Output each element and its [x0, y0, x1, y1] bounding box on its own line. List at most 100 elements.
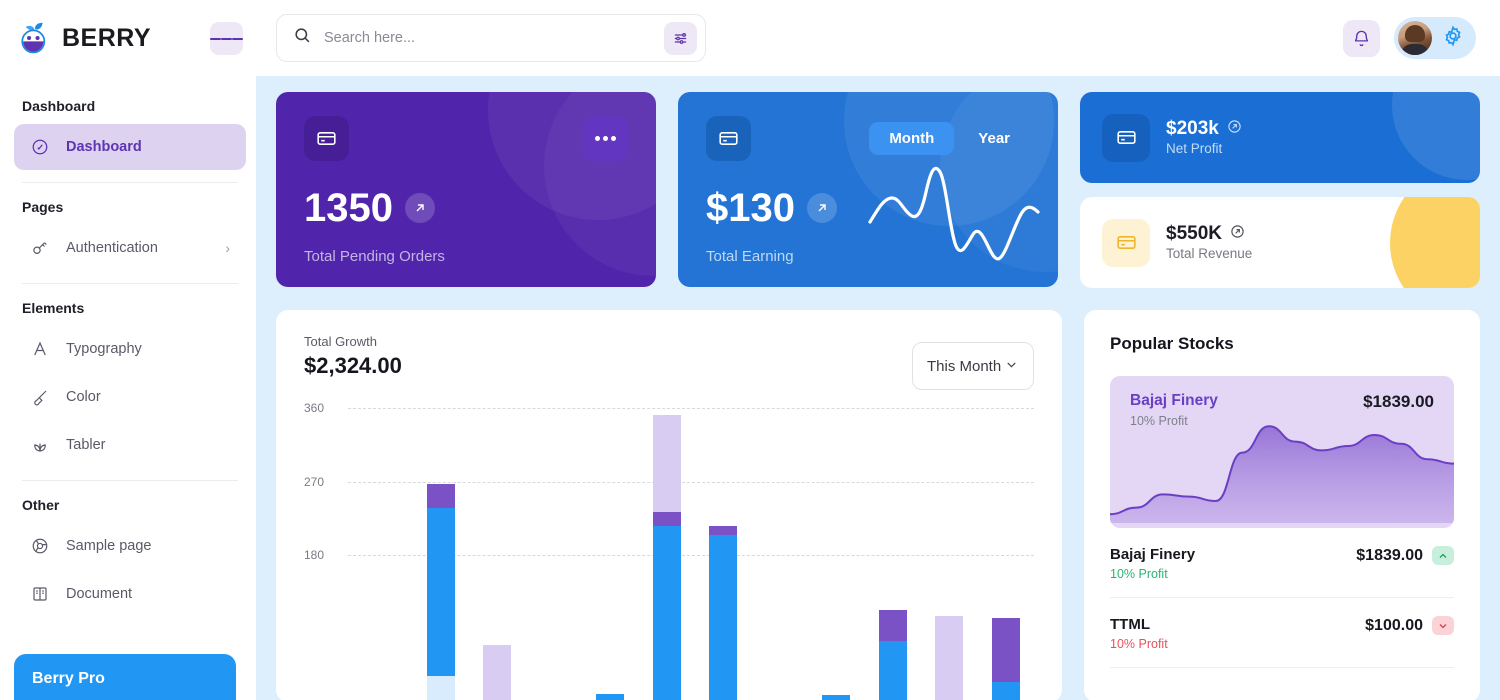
- bar-segment: [652, 415, 681, 512]
- stock-sub: 10% Profit: [1110, 567, 1168, 581]
- bar-segment: [991, 617, 1020, 682]
- stacked-bar[interactable]: [709, 526, 738, 700]
- leaf-icon: [30, 435, 50, 455]
- net-profit-text: $203k Net Profit: [1166, 118, 1242, 158]
- dot: [595, 136, 600, 141]
- gear-icon[interactable]: [1442, 24, 1464, 52]
- featured-stock-name: Bajaj Finery: [1130, 392, 1218, 409]
- sidebar-item-tabler[interactable]: Tabler: [14, 422, 246, 468]
- featured-stock-header: Bajaj Finery 10% Profit $1839.00: [1130, 392, 1434, 428]
- lower-row: Total Growth $2,324.00 This Month 180 270…: [276, 310, 1480, 700]
- bar-group[interactable]: [695, 526, 752, 700]
- sidebar-item-document[interactable]: Document: [14, 571, 246, 617]
- stock-price: $100.00: [1365, 616, 1423, 634]
- bar-group[interactable]: [582, 693, 639, 700]
- period-select-value: This Month: [927, 357, 1002, 375]
- stats-row: 1350 Total Pending Orders Month Year $13…: [276, 92, 1480, 288]
- featured-stock[interactable]: Bajaj Finery 10% Profit $1839.00: [1110, 376, 1454, 528]
- y-axis-tick: 180: [304, 548, 325, 562]
- main-content: 1350 Total Pending Orders Month Year $13…: [256, 76, 1500, 700]
- search-filter-button[interactable]: [664, 21, 697, 55]
- arrow-up-right-icon: [404, 193, 435, 223]
- card-total-pending-orders[interactable]: 1350 Total Pending Orders: [276, 92, 656, 287]
- card-total-earning[interactable]: Month Year $130 Total Earning: [678, 92, 1058, 287]
- bar-group[interactable]: [639, 415, 696, 700]
- top-header: [260, 0, 1500, 76]
- nav-caption-dashboard: Dashboard: [22, 98, 96, 114]
- stacked-bar[interactable]: [822, 695, 851, 700]
- bar-segment: [878, 640, 907, 700]
- net-profit-value: $203k: [1166, 117, 1219, 139]
- sidebar-item-color[interactable]: Color: [14, 374, 246, 420]
- bar-group[interactable]: [808, 695, 865, 700]
- bar-group[interactable]: [921, 616, 978, 700]
- stacked-bar[interactable]: [652, 415, 681, 700]
- chevron-right-icon: ›: [225, 240, 230, 256]
- bar-segment: [709, 526, 738, 535]
- period-select[interactable]: This Month: [912, 342, 1034, 390]
- sidebar-item-typography[interactable]: Typography: [14, 326, 246, 372]
- toggle-option-month[interactable]: Month: [869, 122, 955, 155]
- search-container[interactable]: [276, 14, 706, 62]
- stacked-bar[interactable]: [935, 616, 964, 700]
- featured-stock-area-chart: [1110, 413, 1454, 528]
- sidebar-item-authentication[interactable]: Authentication ›: [14, 225, 246, 271]
- featured-stock-price: $1839.00: [1363, 392, 1434, 411]
- stock-sub: 10% Profit: [1110, 637, 1168, 651]
- card-total-revenue[interactable]: $550K Total Revenue: [1080, 197, 1480, 288]
- bar-segment: [709, 534, 738, 700]
- bar-segment: [822, 695, 851, 700]
- sidebar-item-label: Typography: [66, 341, 142, 357]
- card-net-profit[interactable]: $203k Net Profit: [1080, 92, 1480, 183]
- search-input[interactable]: [324, 30, 652, 46]
- total-revenue-value-group: $550K: [1166, 223, 1252, 245]
- bar-group[interactable]: [865, 609, 922, 700]
- bar-segment: [596, 693, 625, 700]
- y-axis-tick: 360: [304, 401, 325, 415]
- bar-segment: [426, 483, 455, 509]
- stacked-bar[interactable]: [991, 617, 1020, 700]
- period-toggle[interactable]: Month Year: [869, 122, 1030, 155]
- sidebar-item-label: Sample page: [66, 538, 152, 554]
- stock-name: TTML: [1110, 616, 1150, 633]
- notification-button[interactable]: [1343, 19, 1380, 57]
- sidebar-item-sample-page[interactable]: Sample page: [14, 523, 246, 569]
- stacked-bar[interactable]: [483, 644, 512, 700]
- profile-chip[interactable]: [1394, 17, 1476, 59]
- growth-bar-chart: 180 270 360: [304, 401, 1035, 700]
- bar-group[interactable]: [978, 617, 1035, 700]
- sidebar-item-label: Document: [66, 586, 133, 602]
- stock-row[interactable]: Bajaj Finery 10% Profit $1839.00: [1110, 528, 1454, 598]
- stacked-bar[interactable]: [426, 483, 455, 700]
- avatar: [1398, 21, 1432, 55]
- decor-corner: [1392, 92, 1480, 180]
- bar-segment: [483, 644, 512, 700]
- chevron-down-icon: [1432, 616, 1454, 635]
- stock-info: TTML 10% Profit: [1110, 616, 1168, 651]
- bar-group[interactable]: [469, 644, 526, 700]
- berry-pro-promo-button[interactable]: Berry Pro: [14, 654, 236, 700]
- nav-caption-elements: Elements: [22, 300, 85, 316]
- credit-card-icon: [1102, 113, 1150, 162]
- sidebar-item-label: Authentication: [66, 240, 158, 256]
- header-actions: [1343, 17, 1500, 59]
- more-dots-icon[interactable]: [583, 116, 628, 161]
- bar-segment: [935, 616, 964, 700]
- net-profit-value-group: $203k: [1166, 118, 1242, 140]
- bar-group[interactable]: [413, 483, 470, 700]
- total-earning-value: $130: [706, 186, 795, 230]
- arrow-up-right-icon: [1230, 223, 1245, 245]
- pending-orders-label: Total Pending Orders: [304, 248, 445, 265]
- stock-value-group: $100.00: [1365, 616, 1454, 635]
- toggle-option-year[interactable]: Year: [958, 122, 1030, 155]
- sidebar-toggle-button[interactable]: [210, 22, 243, 55]
- stock-row[interactable]: TTML 10% Profit $100.00: [1110, 598, 1454, 668]
- brand-name: BERRY: [62, 23, 152, 52]
- popular-stocks-title: Popular Stocks: [1110, 334, 1234, 353]
- sidebar: BERRY Dashboard Dashboard Pages Authenti…: [0, 0, 260, 700]
- stacked-bar[interactable]: [596, 693, 625, 700]
- dashboard-icon: [30, 137, 50, 157]
- stacked-bar[interactable]: [878, 609, 907, 700]
- berry-pro-label: Berry Pro: [32, 670, 105, 687]
- sidebar-item-dashboard[interactable]: Dashboard: [14, 124, 246, 170]
